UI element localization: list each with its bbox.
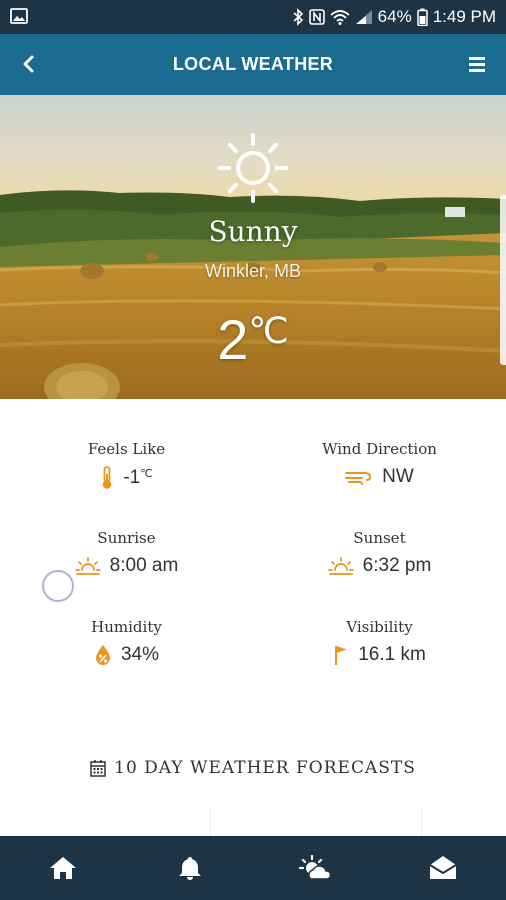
sunrise-detail: Sunrise 8:00 am bbox=[0, 529, 253, 577]
humidity-icon bbox=[95, 645, 110, 665]
signal-icon bbox=[355, 9, 373, 25]
forecast-title-text: 10 DAY WEATHER FORECASTS bbox=[114, 758, 416, 778]
current-temperature: 2℃ bbox=[0, 307, 506, 372]
sunset-value: 6:32 pm bbox=[362, 555, 432, 576]
battery-percentage: 64% bbox=[377, 7, 412, 26]
battery-icon bbox=[416, 8, 428, 26]
clock-time: 1:49 PM bbox=[432, 7, 496, 26]
temperature-unit: ℃ bbox=[248, 310, 289, 351]
sunset-icon bbox=[327, 557, 354, 575]
feels-like-label: Feels Like bbox=[87, 440, 166, 458]
sunrise-label: Sunrise bbox=[97, 529, 156, 547]
bluetooth-icon bbox=[292, 8, 304, 26]
weather-hero: Sunny Winkler, MB 2℃ bbox=[0, 95, 506, 399]
home-icon bbox=[50, 857, 77, 879]
thermometer-icon bbox=[103, 466, 112, 489]
scroll-handle[interactable] bbox=[500, 195, 506, 365]
sunrise-icon bbox=[74, 557, 101, 575]
nav-home[interactable] bbox=[0, 836, 127, 900]
sunset-label: Sunset bbox=[353, 529, 406, 547]
forecast-divider bbox=[210, 808, 211, 836]
bottom-navigation bbox=[0, 836, 506, 900]
menu-button[interactable] bbox=[464, 52, 490, 76]
status-bar: 64% 1:49 PM bbox=[0, 0, 506, 34]
nav-messages[interactable] bbox=[380, 836, 506, 900]
location-name: Winkler, MB bbox=[204, 261, 301, 281]
weather-condition: Sunny bbox=[208, 215, 298, 248]
humidity-detail: Humidity 34% bbox=[0, 618, 253, 666]
visibility-label: Visibility bbox=[346, 618, 413, 636]
sunny-weather-icon bbox=[218, 133, 288, 208]
temperature-value: 2 bbox=[217, 308, 249, 371]
forecast-section-title[interactable]: 10 DAY WEATHER FORECASTS bbox=[0, 758, 506, 778]
humidity-label: Humidity bbox=[91, 618, 162, 636]
wifi-icon bbox=[330, 9, 350, 25]
bell-icon bbox=[178, 857, 201, 880]
nav-alerts[interactable] bbox=[127, 836, 254, 900]
wind-direction-detail: Wind Direction NW bbox=[253, 440, 506, 488]
app-bar: LOCAL WEATHER bbox=[0, 34, 506, 95]
flag-icon bbox=[335, 646, 348, 665]
touch-indicator bbox=[42, 570, 74, 602]
forecast-divider bbox=[421, 808, 422, 836]
weather-icon bbox=[299, 854, 332, 880]
wind-direction-value: NW bbox=[382, 466, 414, 487]
nav-weather[interactable] bbox=[253, 836, 380, 900]
sunset-detail: Sunset 6:32 pm bbox=[253, 529, 506, 577]
visibility-detail: Visibility 16.1 km bbox=[253, 618, 506, 666]
mail-icon bbox=[429, 856, 457, 879]
page-title: LOCAL WEATHER bbox=[172, 54, 334, 74]
visibility-value: 16.1 km bbox=[358, 644, 426, 665]
calendar-icon bbox=[90, 760, 106, 777]
gallery-notification-icon bbox=[10, 8, 28, 29]
wind-icon bbox=[345, 472, 372, 485]
humidity-value: 34% bbox=[120, 644, 160, 665]
sunrise-value: 8:00 am bbox=[109, 555, 179, 576]
wind-direction-label: Wind Direction bbox=[322, 440, 437, 458]
hamburger-menu-icon bbox=[469, 57, 485, 72]
nfc-icon bbox=[308, 9, 325, 25]
feels-like-detail: Feels Like -1℃ bbox=[0, 440, 253, 490]
feels-like-value: -1℃ bbox=[123, 467, 153, 488]
